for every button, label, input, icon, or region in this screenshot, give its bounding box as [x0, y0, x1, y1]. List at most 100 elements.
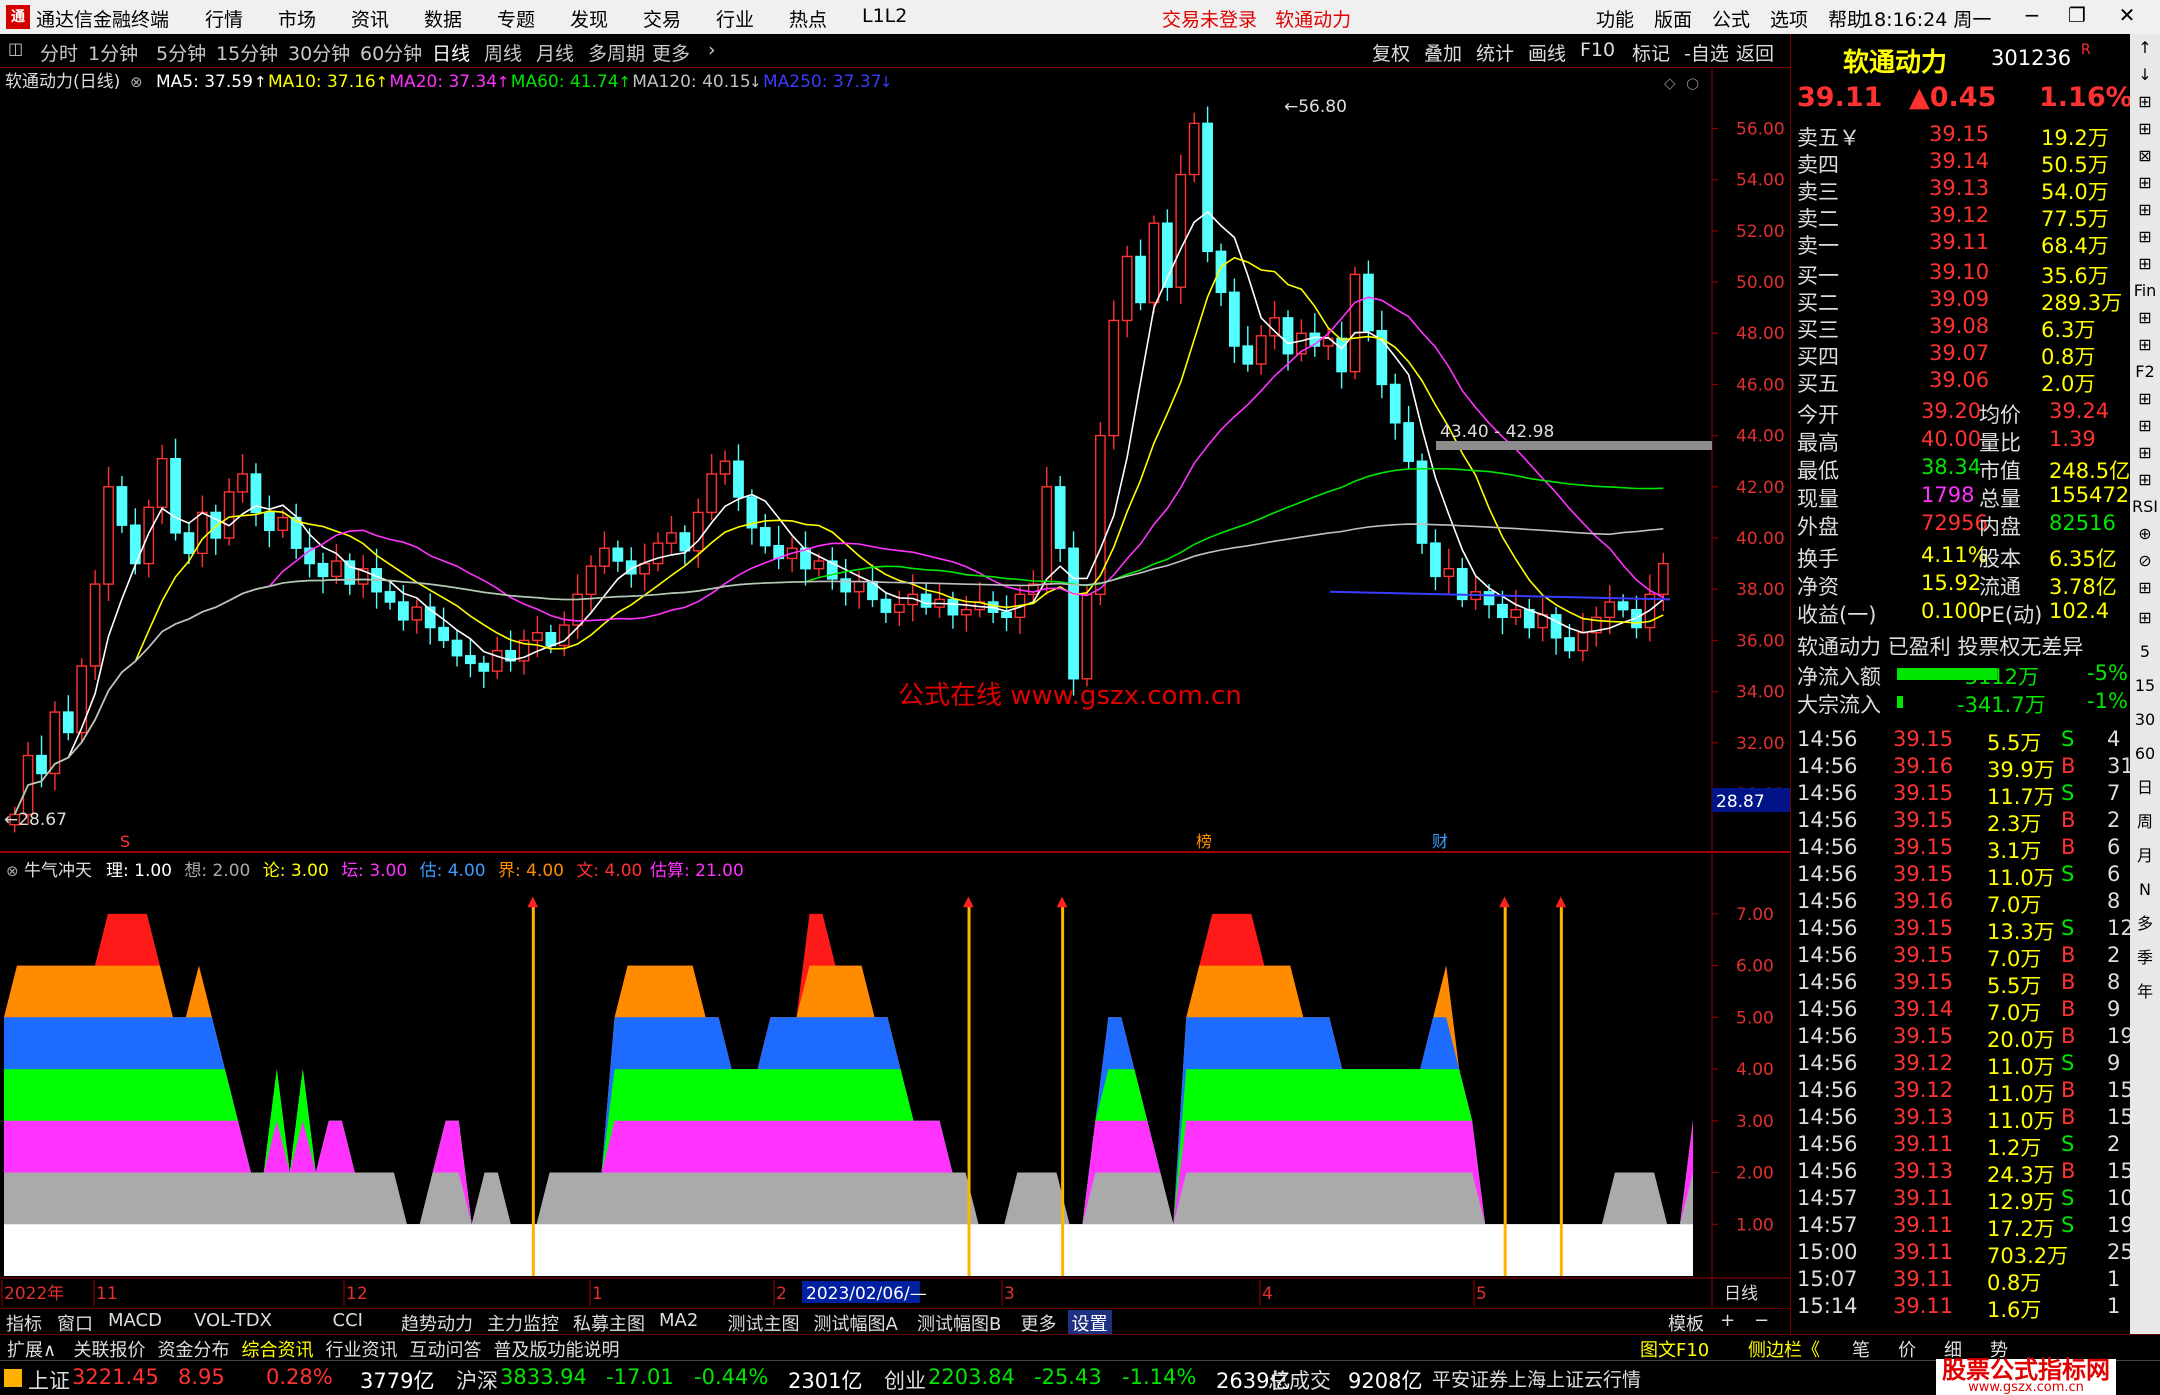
- sidebar-tool-10-icon[interactable]: ⊞: [2130, 304, 2160, 331]
- template-btn-2[interactable]: −: [1750, 1310, 1773, 1331]
- sidebar-tool-6-icon[interactable]: ⊞: [2130, 196, 2160, 223]
- close-icon[interactable]: ✕: [2110, 3, 2144, 31]
- ext-tab-2[interactable]: 资金分布: [155, 1336, 233, 1362]
- indicator-tab-4[interactable]: CCI: [329, 1310, 367, 1331]
- menu-3[interactable]: 数据: [424, 5, 497, 32]
- sidebar-tool-29-icon[interactable]: N: [2130, 873, 2160, 907]
- sidebar-tool-3-icon[interactable]: ⊞: [2130, 115, 2160, 142]
- menu-2[interactable]: 资讯: [351, 5, 424, 32]
- ext-tab-0[interactable]: 扩展∧: [4, 1336, 59, 1362]
- sidebar-tool-2-icon[interactable]: ⊞: [2130, 88, 2160, 115]
- sidebar-tool-18-icon[interactable]: ⊕: [2130, 520, 2160, 547]
- period-tab-3[interactable]: 15分钟: [216, 39, 278, 66]
- sidebar-tool-24-icon[interactable]: 30: [2130, 703, 2160, 737]
- toolbar-right-1[interactable]: 叠加: [1424, 39, 1462, 66]
- toolbar-right-0[interactable]: 复权: [1372, 39, 1410, 66]
- period-tab-5[interactable]: 60分钟: [360, 39, 422, 66]
- sidebar-tool-5-icon[interactable]: ⊞: [2130, 169, 2160, 196]
- period-tab-9[interactable]: 多周期: [588, 39, 645, 66]
- menu-6[interactable]: 交易: [643, 5, 716, 32]
- sidebar-tool-15-icon[interactable]: ⊞: [2130, 439, 2160, 466]
- sidebar-tool-27-icon[interactable]: 周: [2130, 805, 2160, 839]
- sidebar-tool-22-icon[interactable]: 5: [2130, 635, 2160, 669]
- indicator-tab-9[interactable]: 测试主图: [724, 1310, 804, 1336]
- right-menu-2[interactable]: 公式: [1712, 5, 1770, 32]
- indicator-tab-1[interactable]: 窗口: [53, 1310, 97, 1336]
- sidebar-tool-20-icon[interactable]: ⊞: [2130, 574, 2160, 601]
- event-marker-2[interactable]: 财: [1432, 832, 1448, 851]
- indicator-tab-8[interactable]: MA2: [655, 1310, 702, 1331]
- broker-label[interactable]: 平安证券上海上证云行情: [1432, 1365, 1641, 1392]
- ext-tab-4[interactable]: 行业资讯: [323, 1336, 401, 1362]
- sidebar-tool-31-icon[interactable]: 季: [2130, 941, 2160, 975]
- sidebar-tool-19-icon[interactable]: ⊘: [2130, 547, 2160, 574]
- toolbar-right-3[interactable]: 画线: [1528, 39, 1566, 66]
- period-tab-0[interactable]: 分时: [40, 39, 78, 66]
- event-marker-1[interactable]: 榜: [1196, 832, 1212, 851]
- index-name[interactable]: 上证: [28, 1365, 70, 1395]
- menu-8[interactable]: 热点: [789, 5, 862, 32]
- sidebar-tool-7-icon[interactable]: ⊞: [2130, 223, 2160, 250]
- indicator-tab-2[interactable]: MACD: [104, 1310, 166, 1331]
- toolbar-right-4[interactable]: F10: [1580, 39, 1615, 61]
- sidebar-tool-25-icon[interactable]: 60: [2130, 737, 2160, 771]
- period-tab-4[interactable]: 30分钟: [288, 39, 350, 66]
- sidebar-tool-9-icon[interactable]: Fin: [2130, 277, 2160, 304]
- right-menu-1[interactable]: 版面: [1654, 5, 1712, 32]
- menu-4[interactable]: 专题: [497, 5, 570, 32]
- sidebar-tool-12-icon[interactable]: F2: [2130, 358, 2160, 385]
- event-marker-0[interactable]: S: [120, 832, 130, 851]
- close-indicator-icon[interactable]: ⊗: [6, 862, 19, 880]
- sidebar-tool-0-icon[interactable]: ↑: [2130, 34, 2160, 61]
- sidebar-tool-26-icon[interactable]: 日: [2130, 771, 2160, 805]
- period-tab-7[interactable]: 周线: [484, 39, 522, 66]
- circle-icon[interactable]: ○: [1686, 74, 1699, 92]
- chevron-right-icon[interactable]: ›: [708, 39, 716, 61]
- period-tab-1[interactable]: 1分钟: [88, 39, 138, 66]
- sidebar-tool-23-icon[interactable]: 15: [2130, 669, 2160, 703]
- side-tab-3[interactable]: 价: [1898, 1336, 1916, 1362]
- sidebar-tool-13-icon[interactable]: ⊞: [2130, 385, 2160, 412]
- toolbar-right-7[interactable]: 返回: [1736, 39, 1774, 66]
- right-menu-0[interactable]: 功能: [1596, 5, 1654, 32]
- index-name[interactable]: 沪深: [456, 1365, 498, 1395]
- period-tab-10[interactable]: 更多: [652, 39, 690, 66]
- toolbar-right-5[interactable]: 标记: [1632, 39, 1670, 66]
- sidebar-tool-11-icon[interactable]: ⊞: [2130, 331, 2160, 358]
- indicator-tab-10[interactable]: 测试幅图A: [810, 1310, 902, 1336]
- toolbar-right-6[interactable]: -自选: [1684, 39, 1729, 66]
- indicator-tab-11[interactable]: 测试幅图B: [913, 1310, 1005, 1336]
- panel-toggle-icon[interactable]: ◫: [8, 39, 23, 58]
- indicator-tab-3[interactable]: VOL-TDX: [190, 1310, 276, 1331]
- diamond-icon[interactable]: ◇: [1664, 74, 1676, 92]
- menu-0[interactable]: 行情: [205, 5, 278, 32]
- period-tab-2[interactable]: 5分钟: [156, 39, 206, 66]
- index-name[interactable]: 创业: [884, 1365, 926, 1395]
- indicator-tab-12[interactable]: 更多: [1017, 1310, 1061, 1336]
- sidebar-tool-1-icon[interactable]: ↓: [2130, 61, 2160, 88]
- side-tab-0[interactable]: 图文F10: [1640, 1336, 1709, 1362]
- trade-login-warning[interactable]: 交易未登录 软通动力: [1162, 5, 1351, 32]
- chart-area[interactable]: 软通动力(日线) ⊗ MA5: 37.59 ↑ MA10: 37.16 ↑ MA20: 37…: [0, 68, 1790, 1308]
- sidebar-tool-17-icon[interactable]: RSI: [2130, 493, 2160, 520]
- ext-tab-1[interactable]: 关联报价: [71, 1336, 149, 1362]
- ext-tab-5[interactable]: 互动问答: [407, 1336, 485, 1362]
- sidebar-tool-4-icon[interactable]: ⊠: [2130, 142, 2160, 169]
- menu-1[interactable]: 市场: [278, 5, 351, 32]
- ext-tab-6[interactable]: 普及版功能说明: [491, 1336, 623, 1362]
- sidebar-tool-28-icon[interactable]: 月: [2130, 839, 2160, 873]
- template-btn-0[interactable]: 模板: [1664, 1310, 1708, 1336]
- template-btn-1[interactable]: +: [1716, 1310, 1739, 1331]
- menu-9[interactable]: L1L2: [862, 5, 935, 32]
- indicator-tab-13[interactable]: 设置: [1067, 1310, 1112, 1336]
- sidebar-tool-14-icon[interactable]: ⊞: [2130, 412, 2160, 439]
- indicator-tab-6[interactable]: 主力监控: [483, 1310, 563, 1336]
- sidebar-tool-30-icon[interactable]: 多: [2130, 907, 2160, 941]
- close-chart-icon[interactable]: ⊗: [130, 73, 143, 91]
- toolbar-right-2[interactable]: 统计: [1476, 39, 1514, 66]
- indicator-tab-7[interactable]: 私募主图: [569, 1310, 649, 1336]
- restore-icon[interactable]: ❐: [2060, 3, 2094, 31]
- sidebar-tool-8-icon[interactable]: ⊞: [2130, 250, 2160, 277]
- side-tab-2[interactable]: 笔: [1852, 1336, 1870, 1362]
- period-tab-8[interactable]: 月线: [536, 39, 574, 66]
